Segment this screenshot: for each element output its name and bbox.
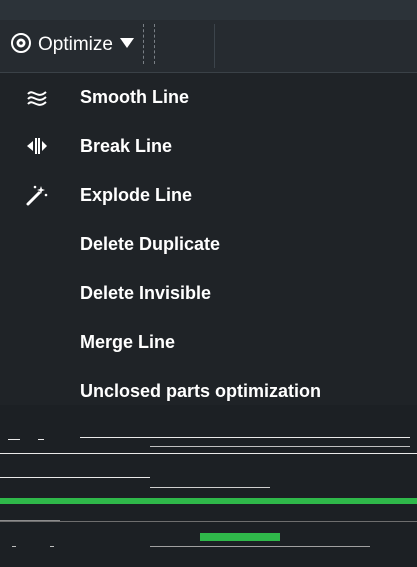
focus-outline: [143, 24, 155, 64]
menu-item-label: Delete Duplicate: [80, 233, 221, 254]
artifact-green-bar: [0, 498, 417, 504]
artifact-line: [150, 546, 370, 547]
artifact-line: [0, 521, 417, 522]
menu-item-label: Unclosed parts optimization: [80, 380, 322, 401]
menu-item-label: Explode Line: [80, 184, 193, 205]
top-strip: [0, 0, 417, 20]
menu-item-delete-invisible[interactable]: Delete Invisible: [0, 271, 417, 315]
artifact-line: [50, 546, 54, 547]
menu-item-merge-line[interactable]: Merge Line: [0, 320, 417, 364]
artifact-line: [0, 453, 417, 454]
artifact-line: [150, 487, 270, 488]
menu-item-explode-line[interactable]: Explode Line: [0, 173, 417, 217]
caret-down-icon: [119, 36, 135, 55]
artifact-line: [80, 437, 410, 438]
menu-item-smooth-line[interactable]: Smooth Line: [0, 75, 417, 119]
artifact-line: [150, 446, 410, 447]
menu-item-break-line[interactable]: Break Line: [0, 124, 417, 168]
artifact-green-bar: [200, 533, 280, 541]
menu-item-label: Merge Line: [80, 331, 176, 352]
menu-item-delete-duplicate[interactable]: Delete Duplicate: [0, 222, 417, 266]
artifact-line: [0, 477, 150, 478]
optimize-label: Optimize: [38, 34, 113, 55]
menu-item-label: Smooth Line: [80, 86, 189, 107]
artifact-line: [38, 439, 44, 440]
artifact-line: [12, 546, 16, 547]
menu-item-label: Break Line: [80, 135, 173, 156]
optimize-dropdown-button[interactable]: Optimize: [10, 30, 135, 60]
artifact-line: [8, 439, 20, 440]
smooth-line-icon: [24, 84, 50, 110]
rendering-artifact-area: [0, 405, 417, 567]
toolbar-divider: [214, 24, 215, 68]
break-line-icon: [24, 133, 50, 159]
magic-wand-icon: [24, 182, 50, 208]
optimize-menu: Smooth Line Break Line Explode Line Dele…: [0, 73, 417, 435]
gear-circle-icon: [10, 32, 32, 59]
menu-item-label: Delete Invisible: [80, 282, 212, 303]
toolbar: Optimize: [0, 20, 417, 73]
